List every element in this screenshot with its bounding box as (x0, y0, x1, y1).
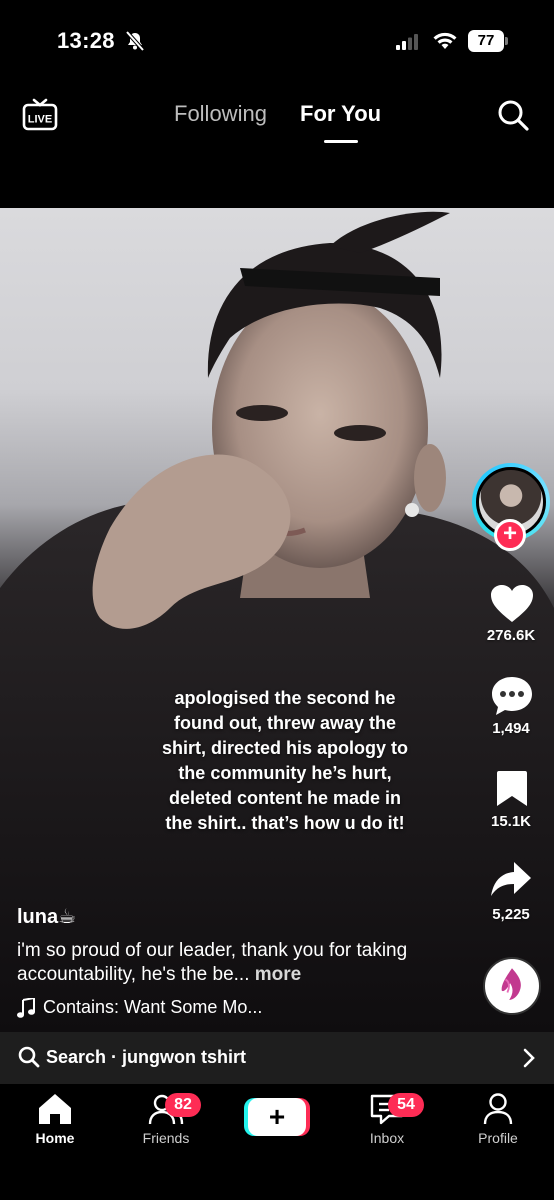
creator-username[interactable]: luna☕ (17, 904, 76, 929)
tab-for-you[interactable]: For You (300, 101, 381, 127)
more-link[interactable]: more (255, 964, 301, 985)
music-disc-icon[interactable] (483, 957, 541, 1015)
heart-icon[interactable] (490, 584, 534, 624)
nav-home-label: Home (35, 1130, 75, 1146)
nav-inbox-label: Inbox (369, 1130, 405, 1146)
live-label: LIVE (28, 114, 52, 126)
status-time: 13:28 (57, 28, 115, 53)
comments-count: 1,494 (492, 720, 530, 737)
nav-friends-label: Friends (142, 1130, 190, 1146)
follow-button[interactable]: + (494, 519, 526, 551)
shares-count: 5,225 (492, 906, 530, 923)
bookmark-icon[interactable] (496, 770, 528, 808)
create-button[interactable]: + (244, 1098, 310, 1136)
saves-count: 15.1K (490, 813, 532, 830)
share-icon[interactable] (490, 860, 532, 898)
bottom-nav: Home Friends 82 + Inbox 54 Profile (0, 1084, 554, 1200)
caption-line: the shirt.. that’s how u do it! (165, 813, 405, 833)
profile-icon (483, 1093, 513, 1125)
caption-line: apologised the second he (174, 688, 396, 708)
home-icon (39, 1094, 71, 1124)
search-suggestion-text: Search · jungwon tshirt (46, 1047, 247, 1067)
battery-cap (505, 37, 508, 45)
nav-home[interactable]: Home (10, 1092, 100, 1146)
music-note-icon (17, 997, 35, 1018)
caption-line: the community he’s hurt, (178, 763, 392, 783)
inbox-badge: 54 (388, 1093, 424, 1117)
live-icon[interactable]: LIVE (22, 96, 58, 132)
caption-line: deleted content he made in (168, 788, 402, 808)
post-description[interactable]: i'm so proud of our leader, thank you fo… (17, 939, 467, 987)
nav-profile[interactable]: Profile (453, 1092, 543, 1146)
search-icon[interactable] (496, 98, 530, 132)
likes-count: 276.6K (486, 627, 536, 644)
chevron-right-icon (523, 1048, 535, 1068)
nav-friends[interactable]: Friends 82 (121, 1092, 211, 1146)
battery-level: 77 (468, 30, 504, 52)
friends-badge: 82 (165, 1093, 201, 1117)
caption-line: shirt, directed his apology to (120, 736, 450, 761)
bell-off-icon (125, 31, 145, 51)
music-text: Contains: Want Some Mo... (43, 997, 263, 1017)
related-search-bar[interactable]: Search · jungwon tshirt (0, 1032, 554, 1084)
plus-icon: + (248, 1098, 306, 1136)
comment-icon[interactable] (490, 675, 534, 717)
caption-word: shirt, (161, 738, 206, 758)
active-tab-indicator (324, 140, 358, 143)
video-caption: apologised the second he found out, thre… (120, 686, 450, 836)
nav-profile-label: Profile (478, 1130, 518, 1146)
description-text: i'm so proud of our leader, thank you fo… (17, 940, 408, 985)
wifi-icon (433, 32, 457, 49)
caption-word: directed his apology to (211, 738, 409, 758)
search-icon (18, 1046, 40, 1068)
battery-icon: 77 (468, 30, 508, 52)
signal-icon (396, 34, 418, 50)
nav-inbox[interactable]: Inbox 54 (342, 1092, 432, 1146)
music-label[interactable]: Contains: Want Some Mo... (17, 997, 262, 1018)
tab-following[interactable]: Following (174, 101, 267, 127)
caption-line: found out, threw away the (173, 713, 396, 733)
